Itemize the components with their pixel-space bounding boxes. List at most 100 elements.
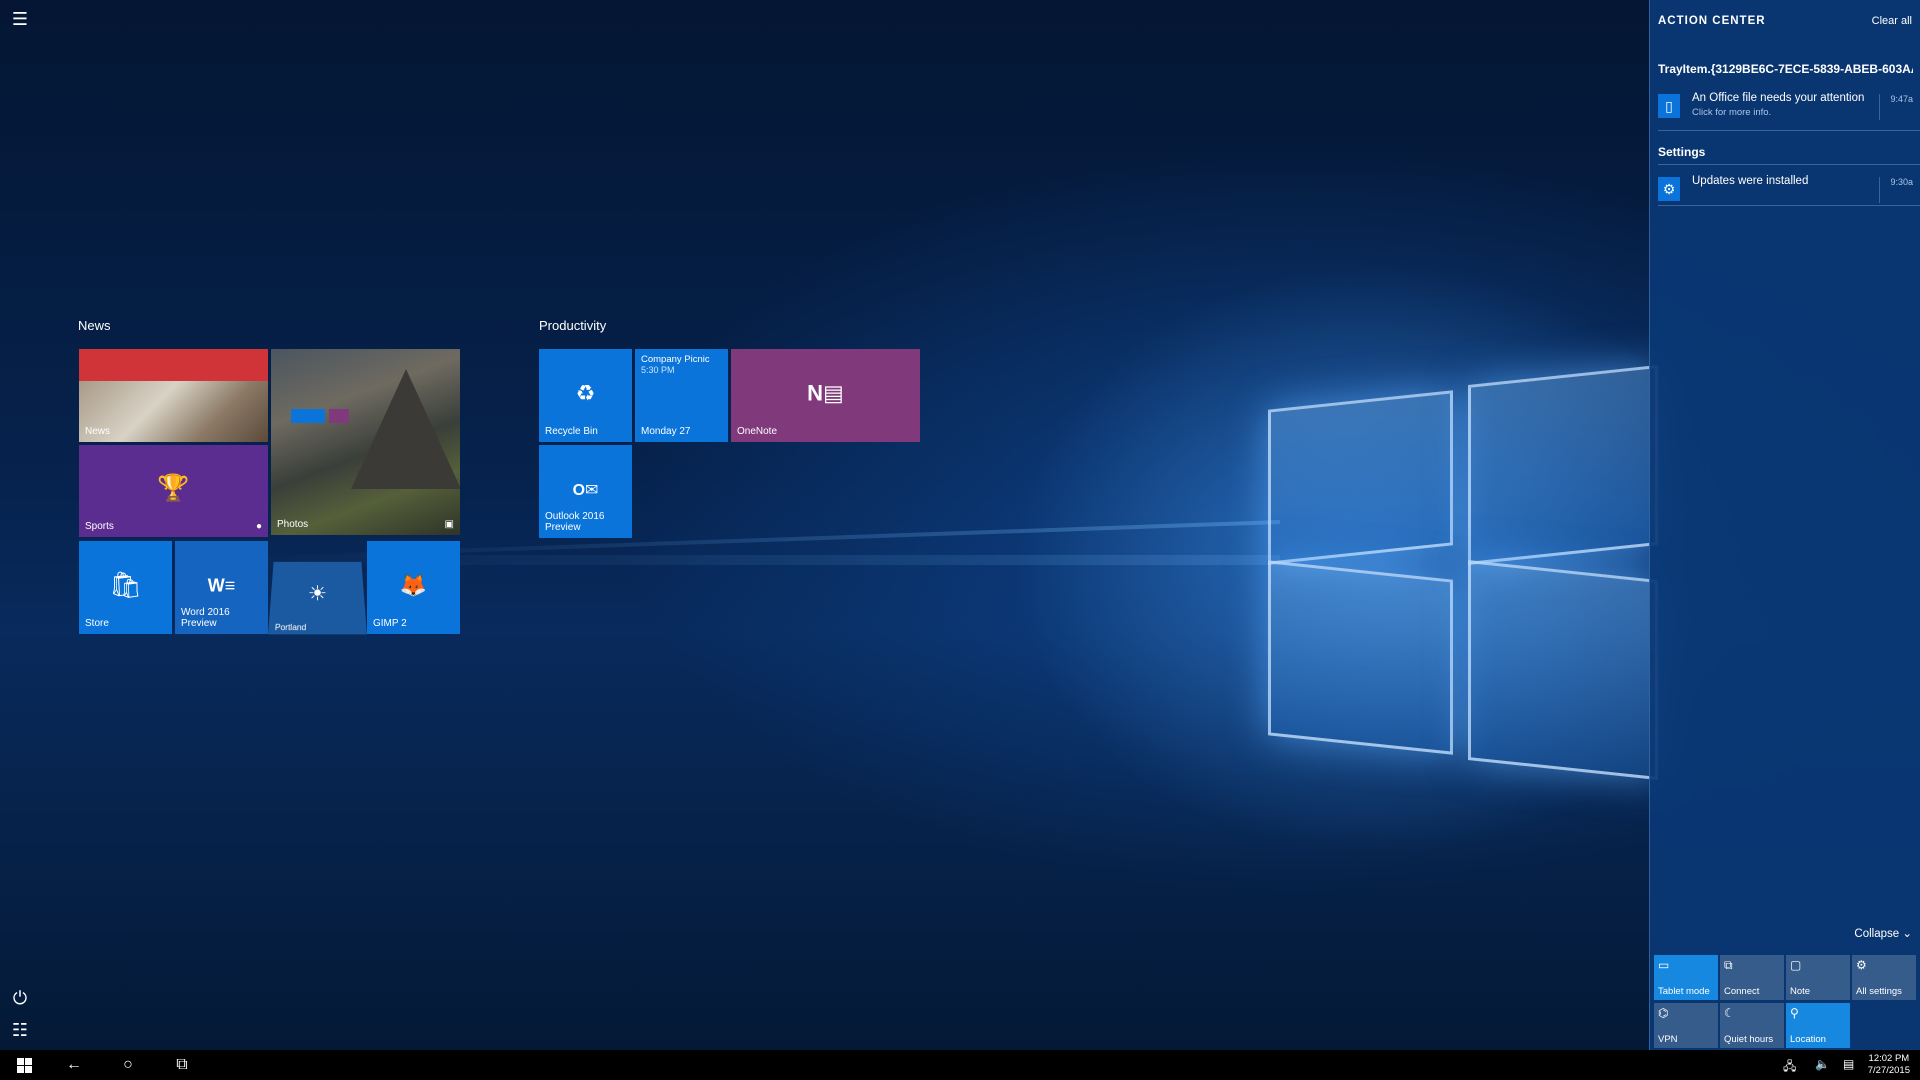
all-apps-icon[interactable]: ☷ bbox=[0, 1014, 40, 1046]
volume-icon[interactable]: 🔈 bbox=[1815, 1057, 1830, 1071]
tile-label: Outlook 2016 Preview bbox=[545, 511, 605, 533]
notification-subtitle: Click for more info. bbox=[1692, 107, 1772, 118]
logo-pane bbox=[1468, 560, 1658, 780]
gimp-icon: 🦊 bbox=[399, 571, 428, 597]
quick-action-label: Quiet hours bbox=[1724, 1034, 1774, 1045]
divider bbox=[1658, 164, 1920, 165]
quick-action-quiet-hours[interactable]: ☾ Quiet hours bbox=[1720, 1003, 1784, 1048]
tile-label: News bbox=[85, 426, 111, 437]
network-icon[interactable]: 🖧 bbox=[1783, 1057, 1796, 1078]
logo-pane bbox=[1268, 390, 1453, 565]
vpn-icon: ⌬ bbox=[1658, 1006, 1669, 1020]
task-view-icon[interactable]: ⧉ bbox=[158, 1050, 206, 1080]
group-title-news[interactable]: News bbox=[78, 318, 111, 333]
windows-logo-icon bbox=[16, 1057, 32, 1073]
quick-action-label: Location bbox=[1790, 1034, 1826, 1045]
store-bag-icon: 🛍 bbox=[108, 568, 142, 599]
light-beam bbox=[200, 555, 1280, 565]
quick-action-label: Connect bbox=[1724, 986, 1760, 997]
mini-tiles bbox=[291, 409, 325, 423]
collapse-label: Collapse bbox=[1854, 928, 1900, 940]
tile-label: Word 2016 Preview bbox=[181, 607, 230, 629]
tile-label: Photos bbox=[277, 519, 309, 530]
quick-action-location[interactable]: ⚲ Location bbox=[1786, 1003, 1850, 1048]
notification-updates[interactable]: ⚙ Updates were installed 9:30a bbox=[1658, 175, 1913, 213]
action-center-panel: ACTION CENTER Clear all TrayItem.{3129BE… bbox=[1649, 0, 1920, 1050]
trophy-small-icon: ● bbox=[255, 521, 262, 532]
tile-gimp[interactable]: 🦊 GIMP 2 bbox=[367, 541, 460, 634]
photos-icon: ▣ bbox=[444, 519, 454, 530]
power-icon[interactable]: ⏻ bbox=[0, 982, 40, 1014]
tile-weather[interactable]: ☀ Portland bbox=[268, 561, 367, 635]
mountain-shape bbox=[351, 369, 460, 489]
tile-label: OneNote bbox=[737, 426, 778, 437]
quick-action-vpn[interactable]: ⌬ VPN bbox=[1654, 1003, 1718, 1048]
logo-pane bbox=[1268, 560, 1453, 755]
outlook-icon: O✉ bbox=[572, 481, 599, 499]
tile-label: Monday 27 bbox=[641, 426, 691, 437]
recycle-bin-icon: ♻ bbox=[575, 379, 596, 405]
document-icon: ▯ bbox=[1658, 94, 1680, 118]
calendar-event: Company Picnic bbox=[641, 354, 710, 365]
gear-icon: ⚙ bbox=[1856, 958, 1867, 972]
location-icon: ⚲ bbox=[1790, 1006, 1799, 1020]
tile-sports[interactable]: 🏆 Sports ● bbox=[79, 445, 268, 537]
tile-photos[interactable]: Photos ▣ bbox=[271, 349, 460, 535]
quick-action-label: Tablet mode bbox=[1658, 986, 1710, 997]
cortana-search-icon[interactable]: ○ bbox=[104, 1050, 152, 1080]
tile-outlook[interactable]: O✉ Outlook 2016 Preview bbox=[539, 445, 632, 538]
notification-title: An Office file needs your attention bbox=[1692, 92, 1865, 104]
quick-action-label: All settings bbox=[1856, 986, 1902, 997]
mini-tiles bbox=[329, 409, 349, 423]
quick-action-connect[interactable]: ⧉ Connect bbox=[1720, 955, 1784, 1000]
connect-icon: ⧉ bbox=[1724, 958, 1733, 972]
tile-news[interactable]: News bbox=[79, 349, 268, 442]
tile-label: Portland bbox=[274, 622, 307, 633]
notification-group-trayitem[interactable]: TrayItem.{3129BE6C-7ECE-5839-ABEB-603AA4… bbox=[1658, 62, 1913, 76]
divider bbox=[1658, 130, 1920, 131]
tile-store[interactable]: 🛍 Store bbox=[79, 541, 172, 634]
quick-action-all-settings[interactable]: ⚙ All settings bbox=[1852, 955, 1916, 1000]
tablet-icon: ▭ bbox=[1658, 958, 1670, 972]
tile-onenote[interactable]: N▤ OneNote bbox=[731, 349, 920, 442]
notification-time: 9:30a bbox=[1879, 177, 1913, 203]
desktop-wallpaper: ☰ ⏻ ☷ News Productivity News Photos ▣ 🏆 … bbox=[0, 0, 1920, 1050]
tile-word[interactable]: W≡ Word 2016 Preview bbox=[175, 541, 268, 634]
clear-all-button[interactable]: Clear all bbox=[1872, 15, 1912, 27]
quick-action-label: VPN bbox=[1658, 1034, 1678, 1045]
quick-action-tablet-mode[interactable]: ▭ Tablet mode bbox=[1654, 955, 1718, 1000]
word-icon: W≡ bbox=[207, 574, 236, 595]
tile-label: GIMP 2 bbox=[373, 618, 407, 629]
hamburger-menu-icon[interactable]: ☰ bbox=[0, 3, 40, 35]
notification-time: 9:47a bbox=[1879, 94, 1913, 120]
quick-action-note[interactable]: ▢ Note bbox=[1786, 955, 1850, 1000]
tile-calendar[interactable]: Company Picnic 5:30 PM Monday 27 bbox=[635, 349, 728, 442]
back-arrow-icon[interactable]: ← bbox=[50, 1050, 98, 1080]
start-button[interactable] bbox=[0, 1050, 48, 1080]
trophy-icon: 🏆 bbox=[157, 472, 190, 503]
note-icon: ▢ bbox=[1790, 958, 1802, 972]
calendar-time: 5:30 PM bbox=[641, 365, 675, 375]
clock-time: 12:02 PM bbox=[1868, 1053, 1910, 1064]
clock-date: 7/27/2015 bbox=[1867, 1065, 1910, 1076]
notification-group-settings[interactable]: Settings bbox=[1658, 145, 1913, 159]
notification-title: Updates were installed bbox=[1692, 175, 1809, 187]
action-center-title: ACTION CENTER bbox=[1658, 15, 1766, 27]
onenote-icon: N▤ bbox=[807, 379, 844, 405]
quick-action-label: Note bbox=[1790, 986, 1811, 997]
gear-icon: ⚙ bbox=[1658, 177, 1680, 201]
taskbar: ← ○ ⧉ 🖧 🔈 ▤ 12:02 PM 7/27/2015 bbox=[0, 1050, 1920, 1080]
logo-pane bbox=[1468, 365, 1658, 565]
divider bbox=[1658, 205, 1920, 206]
sun-icon: ☀ bbox=[307, 581, 328, 606]
notification-office[interactable]: ▯ An Office file needs your attention Cl… bbox=[1658, 92, 1913, 130]
clock[interactable]: 12:02 PM 7/27/2015 bbox=[1868, 1053, 1910, 1077]
tile-label: Sports bbox=[85, 521, 114, 532]
collapse-button[interactable]: Collapse ⌄ bbox=[1854, 926, 1912, 940]
chevron-down-icon: ⌄ bbox=[1902, 928, 1912, 940]
tile-label: Recycle Bin bbox=[545, 426, 598, 437]
tile-label: Store bbox=[85, 618, 109, 629]
group-title-productivity[interactable]: Productivity bbox=[539, 318, 606, 333]
action-center-icon[interactable]: ▤ bbox=[1843, 1057, 1854, 1071]
tile-recycle-bin[interactable]: ♻ Recycle Bin bbox=[539, 349, 632, 442]
